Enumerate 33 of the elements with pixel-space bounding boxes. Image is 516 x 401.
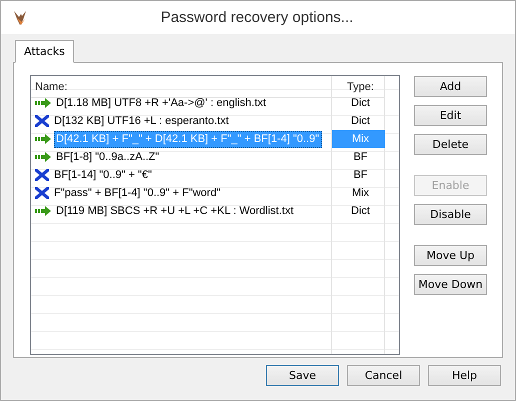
window-title: Password recovery options... — [160, 9, 354, 26]
table-cell-text: Mix — [350, 186, 370, 201]
column-header[interactable]: Type: — [332, 76, 385, 98]
dialog-button[interactable]: Help — [428, 365, 501, 386]
arrow-icon — [35, 134, 51, 144]
action-button[interactable]: Delete — [414, 134, 487, 155]
action-button[interactable]: Move Down — [414, 274, 487, 295]
logo-icon — [13, 10, 27, 26]
action-button[interactable]: Edit — [414, 105, 487, 126]
table-cell[interactable]: BF[1-14] "0..9" + "€" — [52, 166, 155, 184]
cross-icon — [35, 187, 49, 199]
cross-icon — [35, 115, 49, 127]
table-cell-text: BF — [352, 168, 369, 183]
arrow-icon — [35, 98, 51, 108]
action-button[interactable]: Disable — [414, 204, 487, 225]
table-cell-text: Dict — [350, 96, 371, 111]
table-cell[interactable]: BF[1-8] "0..9a..zA..Z" — [54, 148, 162, 166]
action-button[interactable]: Move Up — [414, 245, 487, 266]
action-button[interactable]: Add — [414, 76, 487, 97]
column-header[interactable]: Name: — [31, 76, 332, 98]
table-cell[interactable]: F"pass" + BF[1-4] "0..9" + F"word" — [52, 184, 224, 202]
tab[interactable]: Attacks — [15, 40, 74, 63]
arrow-icon — [35, 206, 51, 216]
table-cell-text: Dict — [350, 204, 371, 219]
table-cell[interactable]: D[119 MB] SBCS +R +U +L +C +KL : Wordlist.txt — [54, 202, 297, 220]
table-cell-text: BF — [352, 150, 369, 165]
cross-icon — [35, 169, 49, 181]
table-cell-text: Dict — [350, 114, 371, 129]
table-cell: Mix — [332, 130, 385, 148]
dialog-button[interactable]: Save — [266, 365, 339, 386]
dialog-button[interactable]: Cancel — [347, 365, 420, 386]
table-cell[interactable]: D[132 KB] UTF16 +L : esperanto.txt — [52, 112, 232, 130]
arrow-icon — [35, 152, 51, 162]
